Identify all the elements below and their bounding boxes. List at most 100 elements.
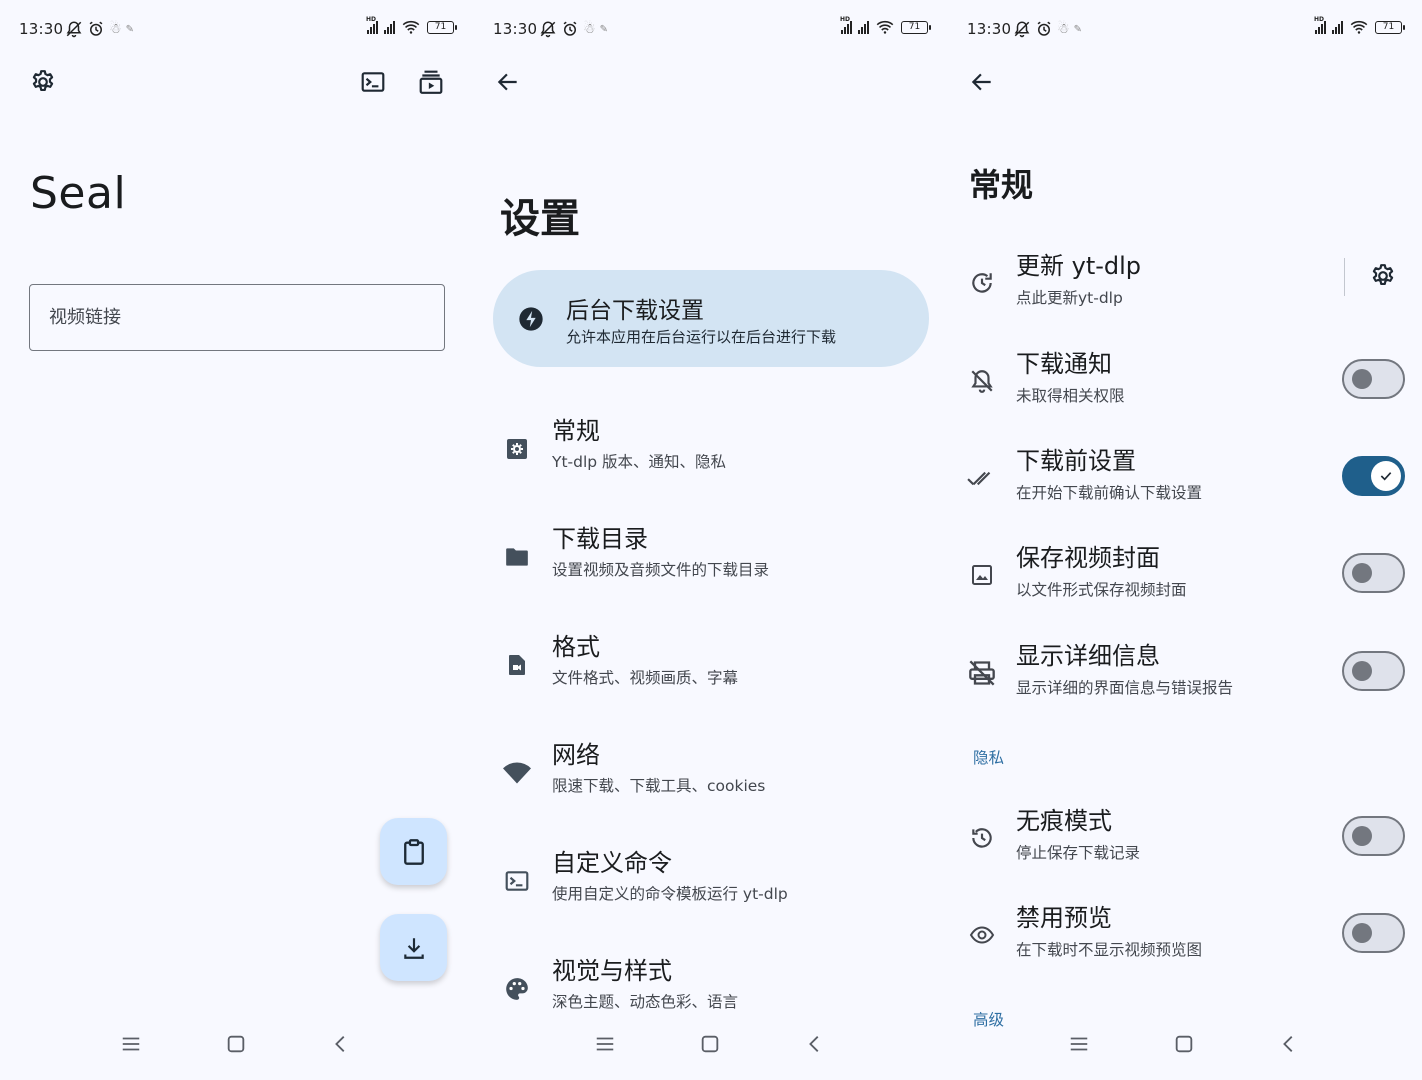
toggle-knob	[1352, 923, 1372, 943]
background-download-banner[interactable]: 后台下载设置 允许本应用在后台运行以在后台进行下载	[493, 270, 929, 367]
divider	[1344, 258, 1345, 296]
item-subtitle: 以文件形式保存视频封面	[1016, 581, 1187, 599]
item-title: 下载通知	[1016, 350, 1112, 378]
paste-button[interactable]	[380, 818, 447, 885]
notification-icon: ☃	[109, 21, 122, 37]
palette-icon	[506, 978, 528, 1000]
folder-icon	[506, 548, 528, 566]
update-title: 更新 yt-dlp	[1016, 252, 1142, 280]
item-title: 禁用预览	[1016, 904, 1112, 932]
nav-home-button[interactable]	[1168, 1028, 1200, 1060]
battery-icon: 71	[1375, 20, 1405, 34]
nav-home-button[interactable]	[220, 1028, 252, 1060]
item-subtitle: 停止保存下载记录	[1016, 844, 1141, 862]
download-notification-toggle[interactable]	[1342, 359, 1405, 399]
configure-before-download-toggle[interactable]	[1342, 456, 1405, 496]
item-subtitle: 未取得相关权限	[1016, 387, 1125, 405]
menu-icon	[596, 1037, 614, 1051]
video-file-icon	[509, 655, 525, 675]
download-queue-button[interactable]	[411, 62, 451, 102]
video-url-input[interactable]	[29, 284, 445, 351]
settings-item-format[interactable]: 格式 文件格式、视频画质、字幕	[474, 624, 948, 714]
general-settings-screen: 13:30 ☃ ✎ HD 71 常规 更新 yt-dlp 点此更新yt-dlp …	[948, 0, 1422, 1080]
print-disabled-icon	[969, 660, 995, 686]
signal-icon: HD	[840, 16, 852, 34]
item-title: 下载前设置	[1016, 447, 1136, 475]
status-bar: 13:30 ☃ ✎ HD 71	[19, 16, 457, 44]
back-chevron-icon	[335, 1036, 345, 1052]
notifications-off-icon	[971, 370, 993, 393]
wifi-icon	[876, 20, 894, 34]
settings-button[interactable]	[23, 62, 63, 102]
nav-menu-button[interactable]	[589, 1028, 621, 1060]
nav-home-button[interactable]	[694, 1028, 726, 1060]
status-time: 13:30	[19, 20, 64, 38]
download-notification-item[interactable]: 下载通知 未取得相关权限	[948, 344, 1422, 424]
settings-item-title: 自定义命令	[552, 849, 672, 877]
gear-icon	[1372, 264, 1394, 285]
menu-icon	[122, 1037, 140, 1051]
settings-item-title: 网络	[552, 741, 600, 769]
settings-item-title: 视觉与样式	[552, 957, 672, 985]
signal-icon	[384, 20, 395, 34]
settings-item-subtitle: Yt-dlp 版本、通知、隐私	[552, 453, 727, 471]
settings-item-subtitle: 使用自定义的命令模板运行 yt-dlp	[552, 885, 788, 903]
disable-preview-item[interactable]: 禁用预览 在下载时不显示视频预览图	[948, 898, 1422, 978]
back-button[interactable]	[962, 62, 1002, 102]
status-time: 13:30	[967, 20, 1012, 38]
custom-command-button[interactable]	[353, 62, 393, 102]
nav-menu-button[interactable]	[1063, 1028, 1095, 1060]
home-square-icon	[701, 1035, 719, 1053]
configure-before-download-item[interactable]: 下载前设置 在开始下载前确认下载设置	[948, 441, 1422, 521]
signal-icon: HD	[1314, 16, 1326, 34]
settings-item-title: 常规	[552, 417, 600, 445]
save-thumbnail-item[interactable]: 保存视频封面 以文件形式保存视频封面	[948, 538, 1422, 618]
battery-icon: 71	[427, 20, 457, 34]
mute-icon	[540, 21, 556, 38]
status-bar: 13:30 ☃ ✎ HD 71	[967, 16, 1405, 44]
menu-icon	[1070, 1037, 1088, 1051]
settings-item-general[interactable]: 常规 Yt-dlp 版本、通知、隐私	[474, 408, 948, 498]
settings-item-title: 下载目录	[552, 525, 648, 553]
update-ytdlp-item[interactable]: 更新 yt-dlp 点此更新yt-dlp	[948, 246, 1422, 326]
terminal-icon	[505, 871, 529, 891]
item-title: 保存视频封面	[1016, 544, 1160, 572]
private-mode-item[interactable]: 无痕模式 停止保存下载记录	[948, 801, 1422, 881]
system-nav-bar	[948, 1022, 1422, 1066]
banner-subtitle: 允许本应用在后台运行以在后台进行下载	[566, 328, 837, 346]
settings-item-download-directory[interactable]: 下载目录 设置视频及音频文件的下载目录	[474, 516, 948, 606]
back-button[interactable]	[488, 62, 528, 102]
nav-back-button[interactable]	[1273, 1028, 1305, 1060]
update-settings-button[interactable]	[1363, 256, 1403, 296]
settings-item-network[interactable]: 网络 限速下载、下载工具、cookies	[474, 732, 948, 822]
home-square-icon	[1175, 1035, 1193, 1053]
wifi-icon	[503, 762, 531, 784]
debug-info-toggle[interactable]	[1342, 651, 1405, 691]
signal-icon	[1332, 20, 1343, 34]
clipboard-icon	[403, 838, 424, 865]
notification-icon: ☃	[1057, 21, 1070, 37]
nav-back-button[interactable]	[325, 1028, 357, 1060]
signal-icon	[858, 20, 869, 34]
signal-icon: HD	[366, 16, 378, 34]
toggle-knob	[1352, 661, 1372, 681]
system-nav-bar	[0, 1022, 474, 1066]
mute-icon	[66, 21, 82, 38]
arrow-back-icon	[971, 73, 991, 91]
save-thumbnail-toggle[interactable]	[1342, 553, 1405, 593]
private-mode-toggle[interactable]	[1342, 816, 1405, 856]
debug-info-item[interactable]: 显示详细信息 显示详细的界面信息与错误报告	[948, 636, 1422, 716]
wifi-icon	[402, 20, 420, 34]
gear-icon	[32, 70, 54, 91]
back-chevron-icon	[1283, 1036, 1293, 1052]
settings-screen: 13:30 ☃ ✎ HD 71 设置 后台下载设置 允许本应用在后台运行以在后台…	[474, 0, 948, 1080]
system-nav-bar	[474, 1022, 948, 1066]
download-button[interactable]	[380, 914, 447, 981]
check-icon	[1380, 472, 1392, 481]
nav-back-button[interactable]	[799, 1028, 831, 1060]
alarm-icon	[1037, 21, 1051, 36]
nav-menu-button[interactable]	[115, 1028, 147, 1060]
done-all-icon	[967, 471, 991, 486]
settings-item-custom-command[interactable]: 自定义命令 使用自定义的命令模板运行 yt-dlp	[474, 840, 948, 930]
disable-preview-toggle[interactable]	[1342, 913, 1405, 953]
